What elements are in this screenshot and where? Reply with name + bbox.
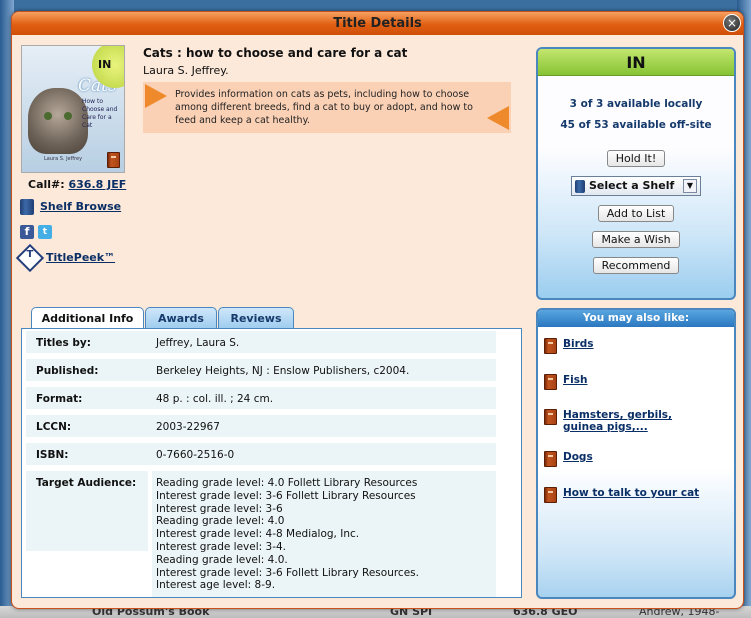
titlepeek-row: T TitlePeek™ <box>15 243 115 273</box>
also-like-link[interactable]: Dogs <box>563 451 593 463</box>
published-value: Berkeley Heights, NJ : Enslow Publishers… <box>156 365 410 377</box>
shelf-browse-link[interactable]: Shelf Browse <box>40 200 121 213</box>
also-like-link[interactable]: How to talk to your cat <box>563 487 699 499</box>
audience-line: Reading grade level: 4.0 Follett Library… <box>156 477 418 489</box>
titlepeek-icon[interactable]: T <box>15 243 45 273</box>
cover-subtitle-text: How to Choose and Care for a Cat <box>82 98 118 129</box>
select-shelf-dropdown[interactable]: Select a Shelf ▼ <box>571 176 701 196</box>
audience-line: Interest grade level: 3-6 <box>156 502 283 515</box>
also-like-link[interactable]: Fish <box>563 374 588 386</box>
additional-info-panel: Titles by: Jeffrey, Laura S. Published: … <box>21 328 522 598</box>
arrow-right-icon <box>145 84 167 108</box>
add-to-list-button[interactable]: Add to List <box>597 205 675 222</box>
published-label: Published: <box>36 365 99 377</box>
facebook-icon[interactable]: f <box>20 225 34 239</box>
title-details-dialog: Title Details × Cats How to Choose and C… <box>11 11 744 609</box>
shelf-icon <box>575 179 585 193</box>
audience-line: Interest grade level: 3-6 Follett Librar… <box>156 566 419 579</box>
hold-it-button[interactable]: Hold It! <box>606 150 666 167</box>
also-like-heading: You may also like: <box>538 310 734 327</box>
format-label: Format: <box>36 393 83 405</box>
call-number-link[interactable]: 636.8 JEF <box>69 178 127 191</box>
shelf-browse-icon[interactable] <box>20 199 34 215</box>
audience-line: Reading grade level: 4.0. <box>156 553 288 566</box>
arrow-left-icon <box>487 106 509 130</box>
call-number: Call#: 636.8 JEF <box>28 178 126 191</box>
audience-line: Interest grade level: 3-6 Follett Librar… <box>156 489 416 502</box>
also-like-panel: You may also like: Birds Fish Hamsters, … <box>536 308 736 599</box>
audience-line: Interest age level: 8-9. <box>156 579 276 592</box>
close-icon[interactable]: × <box>723 14 741 32</box>
twitter-icon[interactable]: t <box>37 225 52 239</box>
tab-reviews[interactable]: Reviews <box>218 307 294 329</box>
list-item: Dogs <box>544 451 593 467</box>
audience-line: Interest grade level: 4-8 Medialog, Inc. <box>156 528 360 541</box>
list-item: Birds <box>544 338 594 354</box>
book-icon <box>544 338 557 354</box>
description-box: Provides information on cats as pets, in… <box>143 82 511 133</box>
detail-row-isbn: ISBN: 0-7660-2516-0 <box>26 443 496 465</box>
book-cover-image[interactable]: Cats How to Choose and Care for a Cat La… <box>21 45 125 173</box>
titles-by-value: Jeffrey, Laura S. <box>156 337 240 349</box>
availability-status: IN <box>538 49 734 76</box>
dialog-titlebar: Title Details <box>12 12 743 35</box>
book-icon <box>544 374 557 390</box>
also-like-link[interactable]: Birds <box>563 338 594 350</box>
local-availability: 3 of 3 available locally <box>569 98 703 110</box>
availability-panel: IN 3 of 3 available locally 45 of 53 ava… <box>536 47 736 300</box>
list-item: Fish <box>544 374 588 390</box>
lccn-value: 2003-22967 <box>156 421 220 433</box>
also-like-link[interactable]: Hamsters, gerbils, guinea pigs,... <box>563 409 713 433</box>
lccn-label: LCCN: <box>36 421 72 433</box>
book-icon <box>544 487 557 503</box>
tab-awards[interactable]: Awards <box>145 307 217 329</box>
recommend-button[interactable]: Recommend <box>592 257 680 274</box>
detail-row-published: Published: Berkeley Heights, NJ : Enslow… <box>26 359 496 381</box>
target-audience-label: Target Audience: <box>36 477 137 489</box>
shelf-browse-row: Shelf Browse <box>20 199 121 215</box>
social-share-row: f t <box>20 225 52 239</box>
isbn-value: 0-7660-2516-0 <box>156 449 235 461</box>
book-icon <box>544 409 557 425</box>
book-author: Laura S. Jeffrey. <box>143 64 229 77</box>
book-icon <box>107 152 120 168</box>
cover-kitten-eye <box>64 112 72 120</box>
detail-row-lccn: LCCN: 2003-22967 <box>26 415 496 437</box>
detail-row-target-audience: Target Audience: Reading grade level: 4.… <box>26 471 496 597</box>
format-value: 48 p. : col. ill. ; 24 cm. <box>156 393 274 405</box>
offsite-availability: 45 of 53 available off-site <box>560 119 712 131</box>
cover-kitten-illustration <box>28 88 88 154</box>
select-shelf-label: Select a Shelf <box>589 179 675 192</box>
isbn-label: ISBN: <box>36 449 69 461</box>
chevron-down-icon[interactable]: ▼ <box>683 179 697 193</box>
call-number-label: Call#: <box>28 178 65 191</box>
book-title: Cats : how to choose and care for a cat <box>143 46 408 60</box>
book-icon <box>544 451 557 467</box>
make-a-wish-button[interactable]: Make a Wish <box>592 231 680 248</box>
dialog-title: Title Details <box>333 16 422 31</box>
detail-row-titles-by: Titles by: Jeffrey, Laura S. <box>26 331 496 353</box>
list-item: How to talk to your cat <box>544 487 699 503</box>
detail-row-format: Format: 48 p. : col. ill. ; 24 cm. <box>26 387 496 409</box>
book-description: Provides information on cats as pets, in… <box>175 89 473 126</box>
titlepeek-link[interactable]: TitlePeek™ <box>46 251 115 264</box>
titles-by-label: Titles by: <box>36 337 91 349</box>
tab-additional-info[interactable]: Additional Info <box>31 307 144 330</box>
audience-line: Interest grade level: 3-4. <box>156 540 287 553</box>
cover-kitten-eye <box>44 112 52 120</box>
list-item: Hamsters, gerbils, guinea pigs,... <box>544 409 713 433</box>
cover-author-text: Laura S. Jeffrey <box>44 156 83 162</box>
target-audience-values: Reading grade level: 4.0 Follett Library… <box>156 477 419 592</box>
audience-line: Reading grade level: 4.0 <box>156 515 285 528</box>
